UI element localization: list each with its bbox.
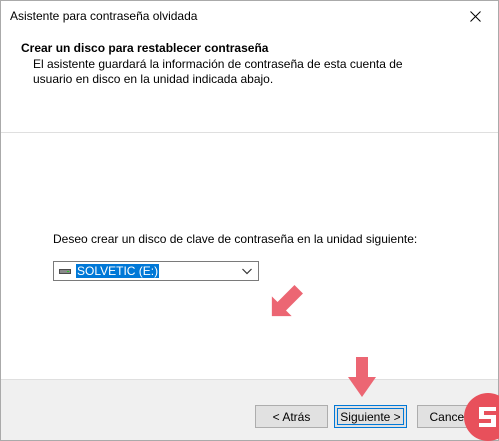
- drive-select[interactable]: SOLVETIC (E:): [53, 261, 259, 281]
- annotation-arrow-icon: [271, 285, 303, 317]
- focus-rectangle: [337, 408, 404, 425]
- next-button[interactable]: Siguiente >: [334, 405, 407, 428]
- chevron-down-icon[interactable]: [241, 265, 253, 277]
- footer-divider: [1, 379, 498, 380]
- drive-icon: [59, 269, 71, 274]
- close-icon: [469, 10, 481, 22]
- title-bar: Asistente para contraseña olvidada: [1, 1, 498, 31]
- window-title: Asistente para contraseña olvidada: [10, 9, 198, 23]
- drive-select-value: SOLVETIC (E:): [76, 264, 160, 278]
- logo-icon: [463, 392, 499, 441]
- annotation-arrow-icon: [348, 357, 376, 397]
- back-button[interactable]: < Atrás: [255, 405, 328, 428]
- wizard-window: Asistente para contraseña olvidada Crear…: [0, 0, 499, 441]
- header-title: Crear un disco para restablecer contrase…: [21, 41, 269, 55]
- header-description: El asistente guardará la información de …: [33, 57, 403, 86]
- close-button[interactable]: [452, 1, 498, 31]
- wizard-content: Deseo crear un disco de clave de contras…: [1, 133, 498, 379]
- wizard-header: Crear un disco para restablecer contrase…: [1, 31, 498, 133]
- drive-prompt-label: Deseo crear un disco de clave de contras…: [53, 232, 418, 246]
